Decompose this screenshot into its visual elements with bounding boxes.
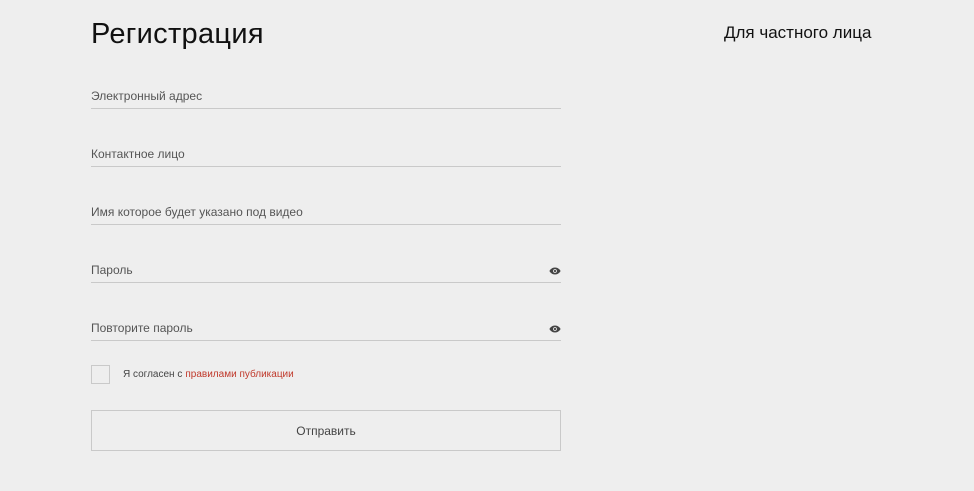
password-field bbox=[91, 250, 561, 283]
consent-checkbox[interactable] bbox=[91, 364, 110, 384]
registration-page: Регистрация Для частного лица Электронны… bbox=[0, 0, 974, 491]
email-field bbox=[91, 76, 561, 109]
registration-form: Я согласен с правилами публикации Отправ… bbox=[91, 76, 561, 451]
email-input[interactable] bbox=[91, 89, 531, 103]
password-input[interactable] bbox=[91, 263, 531, 277]
consent-text: Я согласен с bbox=[123, 368, 183, 380]
page-title: Регистрация bbox=[91, 18, 264, 50]
display-name-field bbox=[91, 192, 561, 225]
eye-icon[interactable] bbox=[549, 267, 561, 275]
account-type-label[interactable]: Для частного лица bbox=[724, 22, 871, 44]
password-repeat-input[interactable] bbox=[91, 321, 531, 335]
password-repeat-field bbox=[91, 308, 561, 341]
contact-person-input[interactable] bbox=[91, 147, 531, 161]
contact-field bbox=[91, 134, 561, 167]
publication-rules-link[interactable]: правилами публикации bbox=[185, 369, 293, 380]
consent-row: Я согласен с правилами публикации bbox=[91, 364, 294, 384]
eye-icon[interactable] bbox=[549, 325, 561, 333]
submit-button[interactable]: Отправить bbox=[91, 410, 561, 451]
display-name-input[interactable] bbox=[91, 205, 531, 219]
